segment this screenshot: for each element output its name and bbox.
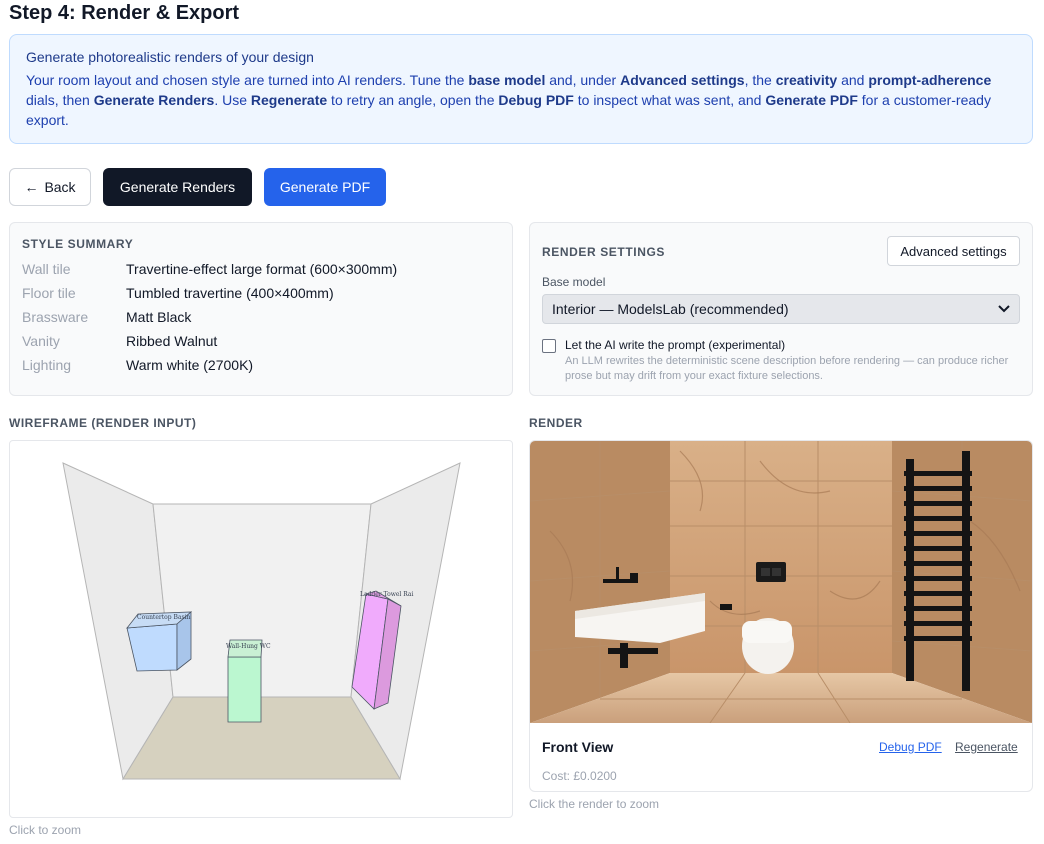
info-description: Your room layout and chosen style are tu… — [26, 70, 1016, 130]
style-row-value: Travertine-effect large format (600×300m… — [126, 261, 398, 277]
info-keyword: Generate Renders — [93, 92, 215, 108]
style-row-value: Ribbed Walnut — [126, 333, 218, 349]
wireframe-zoom-hint: Click to zoom — [9, 823, 82, 837]
render-zoom-hint: Click the render to zoom — [529, 797, 660, 811]
render-image[interactable] — [530, 441, 1032, 723]
base-model-label: Base model — [542, 275, 606, 289]
wc-label: Wall-Hung WC — [226, 643, 271, 650]
style-row-key: Wall tile — [22, 261, 71, 277]
wireframe-heading: WIREFRAME (RENDER INPUT) — [9, 416, 197, 430]
ai-prompt-checkbox[interactable] — [542, 339, 556, 353]
info-banner: Generate photorealistic renders of your … — [9, 34, 1033, 144]
wc-front — [227, 656, 262, 723]
info-keyword: Generate PDF — [765, 92, 858, 108]
render-basin-trap — [620, 643, 628, 668]
style-row: Wall tile Travertine-effect large format … — [22, 257, 500, 281]
info-keyword: prompt-adherence — [868, 72, 992, 88]
info-text: . Use — [214, 92, 251, 108]
style-row-value: Tumbled travertine (400×400mm) — [126, 285, 334, 301]
regenerate-link[interactable]: Regenerate — [955, 740, 1018, 754]
info-keyword: Regenerate — [250, 92, 328, 108]
back-wall — [152, 503, 372, 698]
style-row: Brassware Matt Black — [22, 305, 500, 329]
info-text: Your room layout and chosen style are tu… — [26, 72, 469, 88]
basin-label: Countertop Basin — [137, 614, 191, 621]
style-summary-heading: STYLE SUMMARY — [22, 237, 134, 251]
style-row: Floor tile Tumbled travertine (400×400mm) — [22, 281, 500, 305]
info-text: to retry an angle, open the — [327, 92, 499, 108]
arrow-left-icon: ← — [24, 179, 39, 195]
base-model-value: Interior — ModelsLab (recommended) — [552, 301, 789, 317]
info-text: to inspect what was sent, and — [573, 92, 766, 108]
rail-label: Ladder Towel Rai — [360, 591, 413, 598]
style-row: Lighting Warm white (2700K) — [22, 353, 500, 377]
render-settings-card: RENDER SETTINGS Advanced settings Base m… — [529, 222, 1033, 396]
generate-pdf-button[interactable]: Generate PDF — [264, 168, 386, 206]
style-row-key: Brassware — [22, 309, 89, 325]
render-view-name: Front View — [542, 739, 614, 755]
ai-prompt-help: An LLM rewrites the deterministic scene … — [565, 355, 1009, 382]
back-button[interactable]: ← Back — [9, 168, 91, 206]
debug-pdf-link[interactable]: Debug PDF — [879, 740, 942, 754]
style-summary-list: Wall tile Travertine-effect large format … — [22, 257, 500, 377]
render-cost: Cost: £0.0200 — [542, 769, 617, 783]
render-flush-plate — [756, 562, 786, 582]
style-row-key: Vanity — [22, 333, 60, 349]
info-keyword: creativity — [775, 72, 838, 88]
wireframe-canvas: Countertop Basin Wall-Hung WC Ladder Tow… — [62, 462, 461, 781]
render-settings-heading: RENDER SETTINGS — [542, 245, 666, 259]
base-model-select[interactable]: Interior — ModelsLab (recommended) — [542, 294, 1020, 324]
back-label: Back — [44, 179, 76, 195]
render-heading: RENDER — [529, 416, 583, 430]
render-card: Front View Debug PDF Regenerate Cost: £0… — [529, 440, 1033, 792]
info-keyword: base model — [468, 72, 546, 88]
wireframe-viewer[interactable]: Countertop Basin Wall-Hung WC Ladder Tow… — [9, 440, 513, 818]
style-row-value: Matt Black — [126, 309, 192, 325]
page-title: Step 4: Render & Export — [9, 2, 240, 24]
style-row: Vanity Ribbed Walnut — [22, 329, 500, 353]
style-row-key: Floor tile — [22, 285, 76, 301]
info-keyword: Advanced settings — [620, 72, 745, 88]
style-summary-card: STYLE SUMMARY Wall tile Travertine-effect… — [9, 222, 513, 396]
info-keyword: Debug PDF — [498, 92, 574, 108]
advanced-settings-button[interactable]: Advanced settings — [887, 236, 1020, 266]
style-row-key: Lighting — [22, 357, 72, 373]
info-text: and — [837, 72, 869, 88]
info-text: and, under — [545, 72, 621, 88]
ai-prompt-label[interactable]: Let the AI write the prompt (experimenta… — [565, 338, 785, 352]
style-row-value: Warm white (2700K) — [126, 357, 254, 373]
info-text: , the — [744, 72, 776, 88]
info-text: dials, then — [26, 92, 94, 108]
generate-renders-button[interactable]: Generate Renders — [103, 168, 252, 206]
chevron-down-icon — [998, 305, 1010, 313]
info-title: Generate photorealistic renders of your … — [26, 49, 314, 65]
